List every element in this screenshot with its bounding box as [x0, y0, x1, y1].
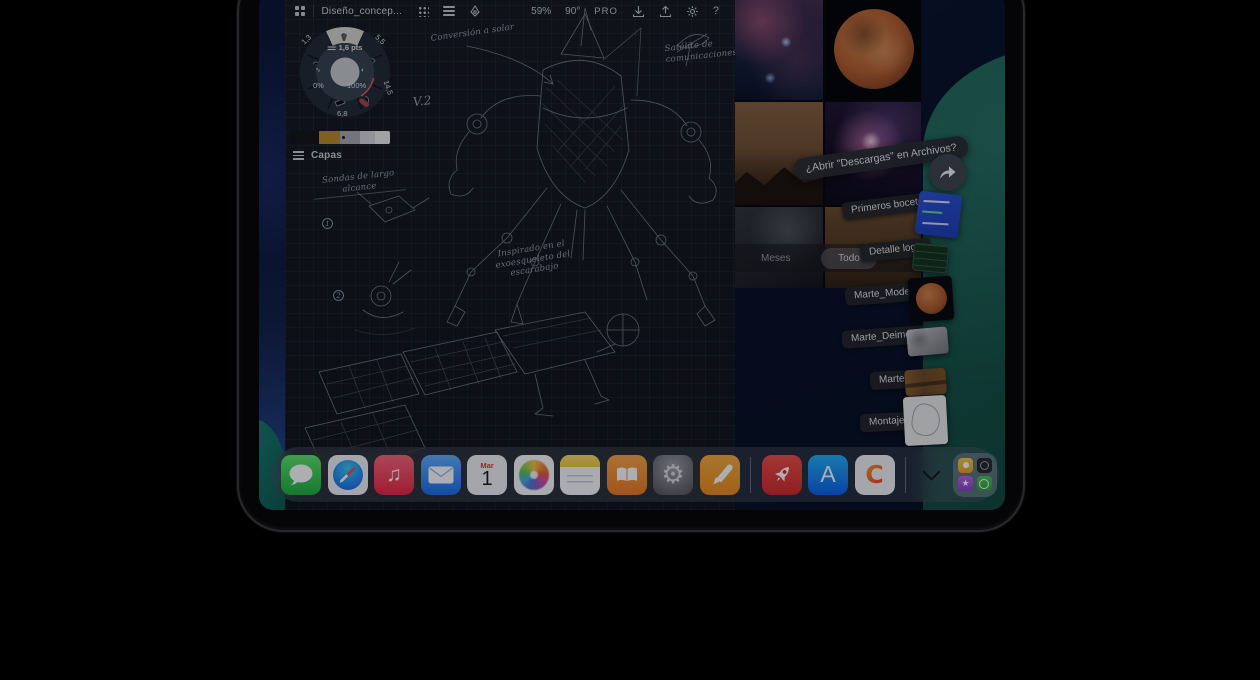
dock-icon-photos[interactable] — [514, 455, 554, 495]
mini-tips-icon — [958, 458, 973, 473]
photos-flower-icon — [519, 460, 549, 490]
dock-divider — [750, 457, 751, 493]
dock-icon-concepts[interactable]: C — [855, 455, 895, 495]
drag-thumb-blue-sketch[interactable] — [915, 191, 963, 239]
ipad-device: Diseño_concep... 59% 90° PRO — [237, 0, 1025, 532]
dock-icon-books[interactable] — [607, 455, 647, 495]
drag-thumb-white-sketch[interactable] — [903, 395, 949, 446]
drag-thumb-green-logo[interactable] — [912, 243, 949, 274]
drag-layer: ¿Abrir "Descargas" en Archivos? Primeros… — [259, 0, 1005, 510]
ipad-screen: Diseño_concep... 59% 90° PRO — [259, 0, 1005, 510]
dock-collapse-button[interactable] — [917, 455, 947, 495]
concepts-c-logo: C — [865, 460, 883, 489]
appstore-letter: A — [820, 461, 835, 488]
settings-gear-glyph: ⚙ — [661, 459, 684, 490]
dock-icon-sketch-pen[interactable] — [700, 455, 740, 495]
calendar-day: 1 — [481, 469, 492, 490]
drag-thumb-mars-planet[interactable] — [908, 276, 955, 323]
dock-icon-app-store[interactable]: A — [808, 455, 848, 495]
dock-icon-mail[interactable] — [421, 455, 461, 495]
dock: ♫ Mar 1 — [272, 447, 999, 502]
mini-clock-icon — [977, 476, 992, 491]
dock-icon-safari[interactable] — [328, 455, 368, 495]
dock-icon-music[interactable]: ♫ — [374, 455, 414, 495]
messages-bubble-icon — [288, 464, 314, 486]
scene: Diseño_concep... 59% 90° PRO — [0, 0, 1260, 680]
mini-camera-icon — [977, 458, 992, 473]
drag-thumb-mars-terrain[interactable] — [904, 368, 947, 397]
dock-icon-app-library[interactable]: ★ — [953, 453, 997, 497]
music-note-icon: ♫ — [386, 463, 402, 487]
dock-icon-rocket[interactable] — [762, 455, 802, 495]
drag-thumb-moon-surface[interactable] — [906, 326, 949, 356]
books-icon — [615, 466, 639, 483]
dock-icon-calendar[interactable]: Mar 1 — [467, 455, 507, 495]
chevron-down-icon — [922, 462, 940, 480]
mini-star-icon: ★ — [958, 476, 973, 491]
share-forward-button[interactable] — [929, 154, 966, 191]
dock-icon-notes[interactable] — [560, 455, 600, 495]
dock-divider-2 — [905, 457, 906, 493]
share-arrow-icon — [938, 165, 957, 180]
dock-icon-messages[interactable] — [281, 455, 321, 495]
mail-envelope-icon — [428, 466, 454, 484]
rocket-icon — [765, 458, 799, 492]
dock-icon-settings[interactable]: ⚙ — [653, 455, 693, 495]
